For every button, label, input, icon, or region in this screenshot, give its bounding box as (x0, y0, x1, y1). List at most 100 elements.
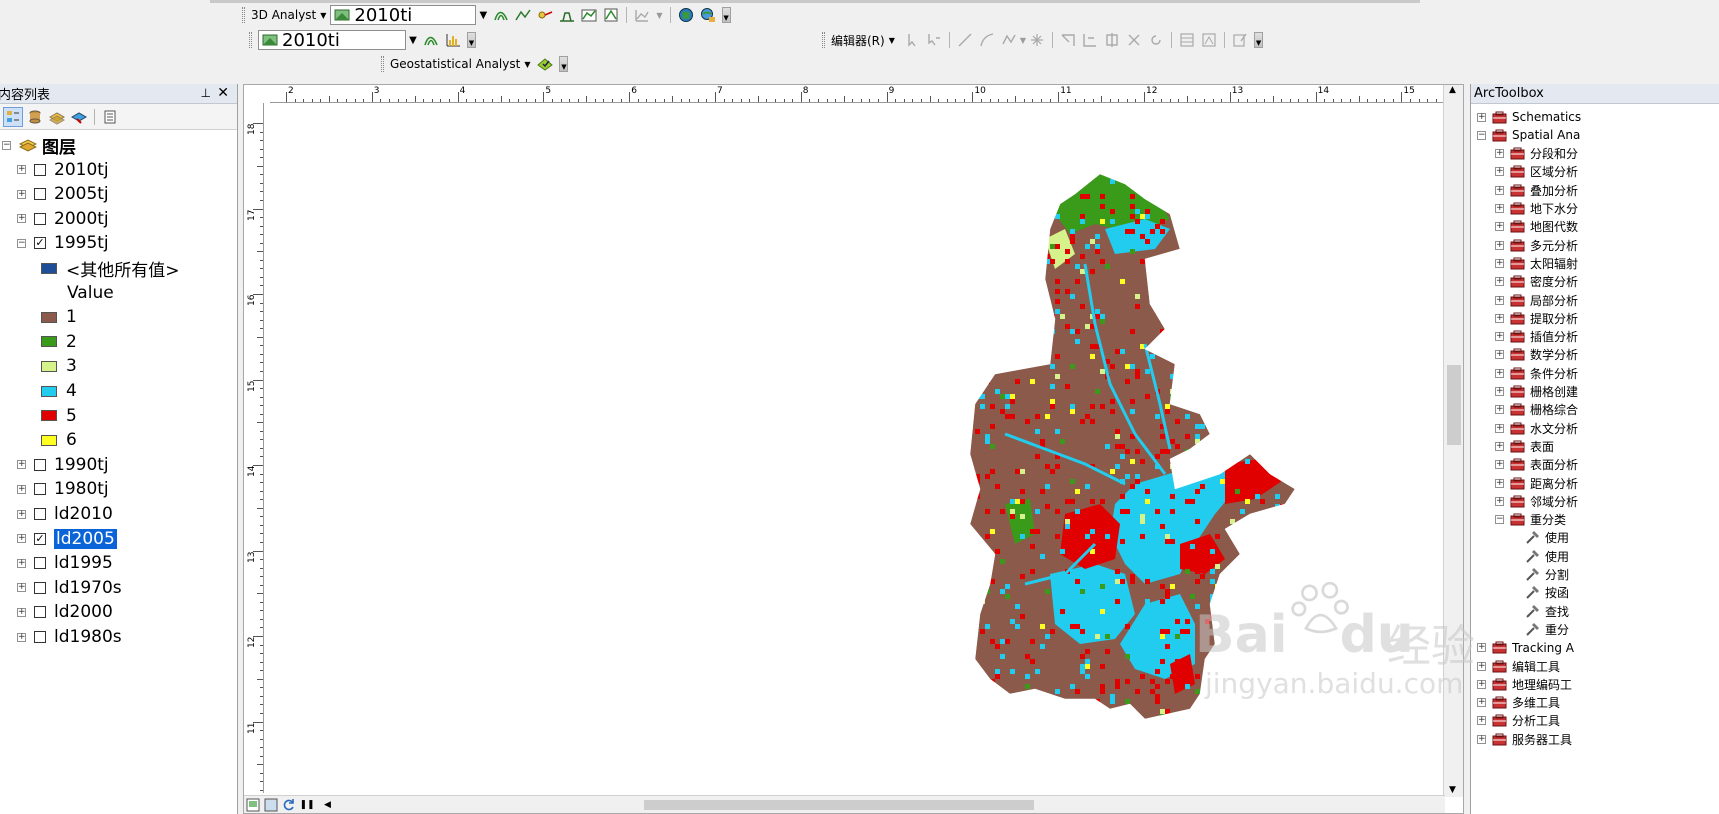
expand-icon[interactable]: + (1477, 734, 1486, 744)
chevron-down-icon[interactable]: ▼ (476, 5, 490, 25)
editor-menu[interactable]: 编辑器(R) (831, 32, 885, 49)
horizontal-scrollbar[interactable]: ❚❚ ◀ (244, 795, 1445, 813)
toolbar-grip[interactable] (381, 56, 384, 72)
toolbox-item-row[interactable]: + 栅格综合 (1495, 401, 1578, 419)
toolbox-item-row[interactable]: + 局部分析 (1495, 291, 1578, 309)
toc-layer-row[interactable]: + ld1995 (17, 551, 113, 575)
expand-icon[interactable]: + (1495, 387, 1504, 396)
toolbox-item-row[interactable]: + 提取分析 (1495, 309, 1578, 327)
legend-swatch[interactable] (41, 360, 57, 372)
toolbox-item-row[interactable]: + 地图代数 (1495, 218, 1578, 236)
collapse-icon[interactable]: − (1477, 130, 1486, 140)
toolbox-tool-row[interactable]: 使用 (1525, 547, 1569, 565)
collapse-icon[interactable]: − (17, 238, 26, 248)
toc-layer-label[interactable]: ld1995 (54, 553, 113, 573)
collapse-icon[interactable]: − (1495, 515, 1504, 525)
toolbox-item-row[interactable]: + 多维工具 (1477, 694, 1560, 712)
legend-swatch[interactable] (41, 311, 57, 323)
toc-layer-label[interactable]: 2000tj (54, 209, 109, 229)
toc-layer-row[interactable]: +2010tj (17, 158, 109, 182)
toc-layer-row[interactable]: + ld2000 (17, 600, 113, 624)
toolbox-item-row[interactable]: − Spatial Ana (1477, 126, 1580, 144)
expand-icon[interactable]: + (1495, 350, 1504, 360)
profile-icon[interactable] (557, 5, 577, 25)
chevron-down-icon[interactable]: ▼ (406, 30, 420, 50)
toolbox-item-row[interactable]: + 条件分析 (1495, 364, 1578, 382)
toc-layer-row[interactable]: +1980tj (17, 477, 109, 501)
expand-icon[interactable]: + (1495, 496, 1504, 506)
toc-layer-label[interactable]: 1990tj (54, 455, 109, 475)
options-icon[interactable] (100, 107, 120, 127)
expand-icon[interactable]: + (1477, 679, 1486, 689)
toolbar-options-icon[interactable]: ▼ (467, 32, 476, 48)
close-icon[interactable]: ✕ (217, 85, 229, 101)
pin-icon[interactable]: ⊥ (201, 86, 211, 100)
legend-swatch[interactable] (41, 434, 57, 446)
horizontal-scroll-thumb[interactable] (644, 800, 1034, 810)
expand-icon[interactable]: + (17, 534, 26, 544)
toc-layer-label[interactable]: 1995tj (54, 233, 109, 253)
layer-visibility-checkbox[interactable] (34, 557, 46, 570)
expand-icon[interactable]: + (1495, 313, 1504, 323)
toolbox-tool-row[interactable]: 重分 (1525, 620, 1569, 638)
toc-layer-label[interactable]: ld1970s (54, 578, 122, 598)
toolbox-item-row[interactable]: + 数学分析 (1495, 346, 1578, 364)
toolbox-item-row[interactable]: − 重分类 (1495, 511, 1566, 529)
expand-icon[interactable]: + (1477, 643, 1486, 653)
expand-icon[interactable]: + (1495, 441, 1504, 451)
toc-layer-row[interactable]: + ld1980s (17, 625, 122, 649)
toolbox-item-row[interactable]: + 栅格创建 (1495, 383, 1578, 401)
arcglobe-icon[interactable] (676, 5, 696, 25)
contour-icon[interactable] (491, 5, 511, 25)
toolbox-tool-row[interactable]: 使用 (1525, 529, 1569, 547)
expand-icon[interactable]: + (1477, 112, 1486, 122)
toolbar-options-icon[interactable]: ▼ (559, 56, 569, 72)
list-by-drawing-order-icon[interactable] (3, 106, 23, 127)
expand-icon[interactable]: + (17, 189, 26, 199)
map-display[interactable]: 2 3 4 5 6 7 8 9 10 11 12 13 14 15 18 17 16 15 14 13 12 11 ▲ … (243, 84, 1464, 814)
toolbox-item-row[interactable]: + 叠加分析 (1495, 181, 1578, 199)
layer-visibility-checkbox[interactable] (34, 631, 46, 643)
steepest-path-icon[interactable] (513, 5, 533, 25)
expand-icon[interactable]: + (17, 607, 26, 617)
legend-swatch[interactable] (41, 336, 57, 348)
layer-visibility-checkbox[interactable] (34, 458, 46, 471)
vertical-scroll-thumb[interactable] (1447, 365, 1461, 445)
layer-visibility-checkbox[interactable] (34, 483, 46, 496)
contour-icon[interactable] (421, 30, 441, 50)
expand-icon[interactable]: + (1495, 167, 1504, 177)
expand-icon[interactable]: + (1495, 258, 1504, 268)
vertical-scrollbar[interactable]: ▲ ▼ (1443, 85, 1463, 797)
expand-icon[interactable]: + (1495, 204, 1504, 213)
expand-icon[interactable]: + (1495, 368, 1504, 378)
expand-icon[interactable]: + (1477, 661, 1486, 671)
toc-layer-row[interactable]: + ld2010 (17, 502, 113, 526)
toc-root-row[interactable]: − 图层 (2, 133, 76, 158)
toolbar-options-icon[interactable]: ▼ (721, 7, 731, 23)
toolbox-tool-row[interactable]: 按函 (1525, 584, 1569, 602)
chevron-down-icon[interactable]: ▼ (320, 11, 326, 20)
expand-icon[interactable]: + (17, 484, 26, 494)
geostatistical-wizard-icon[interactable] (535, 54, 555, 74)
toc-layer-label[interactable]: ld2010 (54, 504, 113, 524)
toc-layer-label[interactable]: ld1980s (54, 627, 122, 647)
expand-icon[interactable]: + (1477, 716, 1486, 726)
toc-layer-row[interactable]: + ld1970s (17, 576, 122, 600)
toolbox-item-row[interactable]: + 多元分析 (1495, 236, 1578, 254)
toc-layer-row[interactable]: + ✓ ld2005 (17, 527, 117, 551)
3d-layer-combo[interactable]: 2010ti (330, 5, 477, 26)
expand-icon[interactable]: + (1495, 405, 1504, 415)
expand-icon[interactable]: + (17, 632, 26, 642)
expand-icon[interactable]: + (1495, 240, 1504, 250)
toolbox-item-row[interactable]: + 密度分析 (1495, 273, 1578, 291)
layer-visibility-checkbox[interactable] (34, 508, 46, 520)
toolbox-item-row[interactable]: + 距离分析 (1495, 474, 1578, 492)
layer-visibility-checkbox[interactable] (34, 606, 46, 619)
interpolate-icon[interactable] (601, 5, 621, 25)
toolbox-tool-row[interactable]: 查找 (1525, 602, 1569, 620)
layer-visibility-checkbox[interactable] (34, 163, 46, 176)
toc-layer-row[interactable]: − ✓ 1995tj (17, 231, 109, 255)
expand-icon[interactable]: + (1477, 698, 1486, 708)
expand-icon[interactable]: + (1495, 149, 1504, 159)
toc-layer-row[interactable]: +1990tj (17, 453, 109, 477)
